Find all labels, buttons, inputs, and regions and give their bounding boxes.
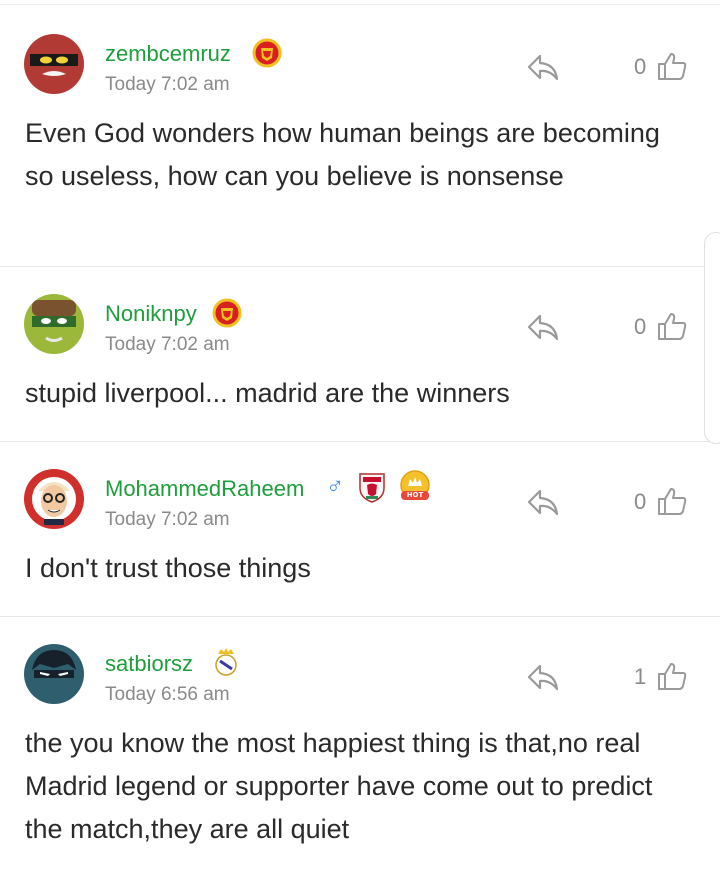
avatar[interactable] — [24, 34, 84, 94]
scroll-handle[interactable] — [704, 232, 720, 444]
user-badges — [212, 646, 240, 678]
male-gender-icon: ♂ — [326, 473, 344, 500]
manchester-united-badge-icon — [212, 298, 242, 328]
avatar[interactable] — [24, 294, 84, 354]
avatar[interactable] — [24, 469, 84, 529]
real-madrid-badge-icon — [215, 648, 237, 676]
thumbs-up-icon[interactable] — [656, 485, 688, 517]
reply-icon[interactable] — [526, 52, 560, 82]
comment-item: Noniknpy Today 7:02 am 0 stupid liverpoo… — [0, 267, 720, 442]
like-count: 1 — [634, 664, 647, 689]
cartoon-man-avatar-icon — [24, 469, 84, 529]
reply-icon[interactable] — [526, 662, 560, 692]
comment-text: the you know the most happiest thing is … — [25, 728, 653, 844]
reply-icon[interactable] — [526, 487, 560, 517]
timestamp: Today 6:56 am — [105, 684, 230, 705]
comment-item: zembcemruz Today 7:02 am 0 Even God wond… — [0, 5, 720, 267]
timestamp: Today 7:02 am — [105, 74, 230, 95]
avatar[interactable] — [24, 644, 84, 704]
comment-text: Even God wonders how human beings are be… — [25, 118, 660, 191]
teal-masked-avatar-icon — [24, 644, 84, 704]
timestamp: Today 7:02 am — [105, 334, 230, 355]
thumbs-up-icon[interactable] — [656, 310, 688, 342]
like-count: 0 — [634, 314, 647, 339]
username[interactable]: MohammedRaheem — [105, 476, 304, 502]
username[interactable]: satbiorsz — [105, 651, 193, 677]
user-badges — [252, 38, 282, 68]
user-badges — [212, 298, 242, 328]
timestamp: Today 7:02 am — [105, 509, 230, 530]
reply-icon[interactable] — [526, 312, 560, 342]
hot-badge: HOT — [398, 470, 432, 504]
hot-label: HOT — [406, 491, 424, 499]
liverpool-badge-icon — [359, 473, 385, 503]
like-count: 0 — [634, 54, 647, 79]
username[interactable]: zembcemruz — [105, 41, 231, 67]
comment-text: I don't trust those things — [25, 553, 311, 583]
thumbs-up-icon[interactable] — [656, 50, 688, 82]
manchester-united-badge-icon — [252, 38, 282, 68]
username[interactable]: Noniknpy — [105, 301, 197, 327]
thumbs-up-icon[interactable] — [656, 660, 688, 692]
red-masked-avatar-icon — [24, 34, 84, 94]
user-badges: HOT — [356, 470, 432, 504]
green-masked-avatar-icon — [24, 294, 84, 354]
comment-item: MohammedRaheem ♂ HOT Today 7:02 am 0 I d… — [0, 442, 720, 617]
like-count: 0 — [634, 489, 647, 514]
comment-item: satbiorsz Today 6:56 am 1 the you know t… — [0, 617, 720, 870]
comment-text: stupid liverpool... madrid are the winne… — [25, 378, 510, 408]
